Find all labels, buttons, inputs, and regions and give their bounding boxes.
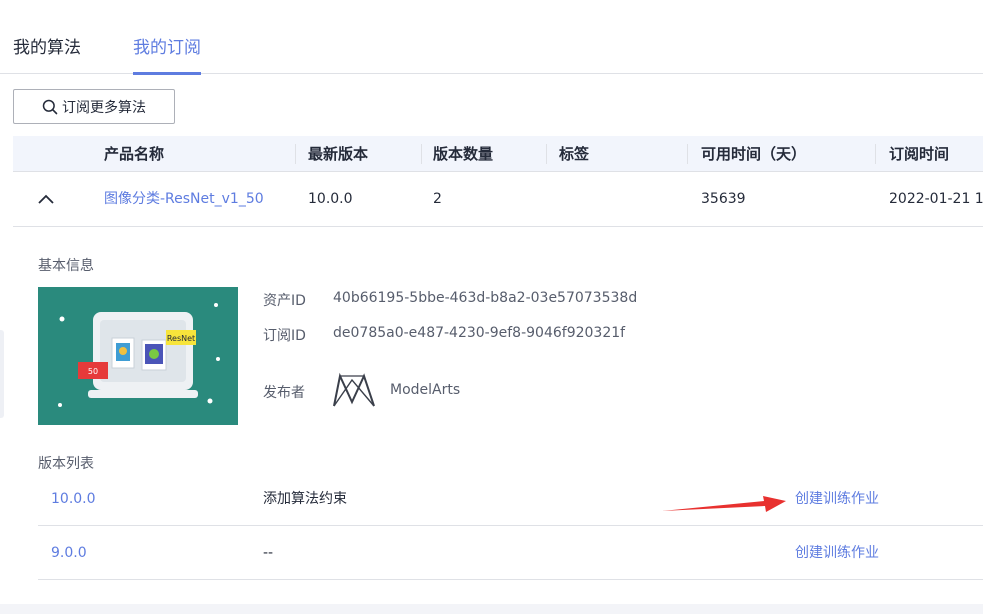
publisher-name: ModelArts xyxy=(390,382,461,398)
algorithm-thumbnail: ResNet 50 xyxy=(38,287,238,425)
column-header-version-count: 版本数量 xyxy=(433,145,494,163)
version-link[interactable]: 10.0.0 xyxy=(51,472,96,526)
create-training-job-link[interactable]: 创建训练作业 xyxy=(795,472,879,526)
column-divider xyxy=(421,144,422,164)
column-divider xyxy=(546,144,547,164)
column-header-latest-version: 最新版本 xyxy=(308,145,369,163)
column-divider xyxy=(875,144,876,164)
product-name-link[interactable]: 图像分类-ResNet_v1_50 xyxy=(104,172,264,227)
column-header-product-name: 产品名称 xyxy=(104,145,165,163)
version-link[interactable]: 9.0.0 xyxy=(51,526,87,580)
side-handle xyxy=(0,330,4,418)
publisher-label: 发布者 xyxy=(263,385,305,401)
tab-bar: 我的算法 我的订阅 xyxy=(0,0,983,75)
modelarts-logo-icon xyxy=(333,372,375,407)
table-header: 产品名称 最新版本 版本数量 标签 可用时间（天） 订阅时间 xyxy=(13,136,983,172)
subscription-id-label: 订阅ID xyxy=(263,328,306,344)
thumbnail-illustration: ResNet 50 xyxy=(58,303,220,407)
column-header-subscribe-time: 订阅时间 xyxy=(889,145,950,163)
tab-my-subscriptions[interactable]: 我的订阅 xyxy=(133,36,201,75)
subscription-id-value: de0785a0-e487-4230-9ef8-9046f920321f xyxy=(333,325,626,341)
version-list-heading: 版本列表 xyxy=(38,456,94,472)
version-row: 9.0.0 -- 创建训练作业 xyxy=(38,526,983,580)
asset-id-label: 资产ID xyxy=(263,293,306,309)
latest-version-cell: 10.0.0 xyxy=(308,191,353,207)
chevron-up-icon[interactable] xyxy=(37,192,55,206)
tab-my-algorithms[interactable]: 我的算法 xyxy=(13,36,81,74)
table-row: 图像分类-ResNet_v1_50 10.0.0 2 35639 2022-01… xyxy=(13,172,983,227)
subscription-panel: 我的算法 我的订阅 订阅更多算法 产品名称 最新版本 版本数量 标签 可用时间（… xyxy=(0,0,983,614)
column-divider xyxy=(295,144,296,164)
column-header-tags: 标签 xyxy=(559,145,590,163)
version-row: 10.0.0 添加算法约束 创建训练作业 xyxy=(38,472,983,526)
column-divider xyxy=(687,144,688,164)
basic-info-heading: 基本信息 xyxy=(38,258,94,274)
page-bottom-edge xyxy=(0,604,983,614)
thumbnail-tag-text: 50 xyxy=(88,367,98,376)
version-description: 添加算法约束 xyxy=(263,491,347,507)
column-header-available-days: 可用时间（天） xyxy=(701,145,807,163)
red-arrow-annotation-icon xyxy=(662,496,786,512)
subscribe-more-button[interactable]: 订阅更多算法 xyxy=(13,89,175,124)
available-days-cell: 35639 xyxy=(701,191,746,207)
subscribe-time-cell: 2022-01-21 16 xyxy=(889,191,983,207)
subscribe-more-label: 订阅更多算法 xyxy=(62,99,146,116)
search-icon xyxy=(42,99,58,114)
version-count-cell: 2 xyxy=(433,191,442,207)
asset-id-value: 40b66195-5bbe-463d-b8a2-03e57073538d xyxy=(333,290,638,306)
version-description: -- xyxy=(263,545,274,561)
create-training-job-link[interactable]: 创建训练作业 xyxy=(795,526,879,580)
thumbnail-badge-text: ResNet xyxy=(167,334,195,343)
